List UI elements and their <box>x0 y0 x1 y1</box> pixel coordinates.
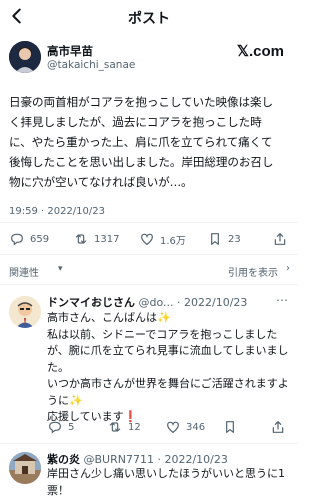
bookmark-icon <box>226 421 234 433</box>
chevron-down-icon[interactable]: ▾ <box>58 264 63 274</box>
post-text-line: く拝見しましたが、過去にコアラを抱っこした時 <box>9 115 262 129</box>
author-handle[interactable]: @takaichi_sanae <box>47 59 135 71</box>
reply-text-line: た。 <box>47 360 69 374</box>
post-text-line: 後悔したことを思い出しました。岸田総理のお召し <box>9 155 274 169</box>
reply-text-line: うに✨ <box>47 393 83 407</box>
reply-share-button[interactable] <box>270 419 291 435</box>
heart-icon <box>167 421 179 434</box>
divider <box>0 222 298 223</box>
bookmark-count[interactable]: 23 <box>207 231 241 247</box>
author-name[interactable]: 高市早苗 <box>47 43 93 59</box>
divider <box>0 443 298 444</box>
bookmark-icon <box>211 233 219 245</box>
repost-count[interactable]: 1317 <box>73 231 119 247</box>
post-text-line: 日豪の両首相がコアラを抱っこしていた映像は楽し <box>9 95 274 109</box>
reply-text-line: 私は以前、シドニーでコアラを抱っこしました <box>47 327 278 341</box>
post-text-line: 物に穴が空いてなければ良いが…。 <box>9 175 193 189</box>
reply-text: 岸田さん少し痛い思いしたほうがいいと思うに1 票！ <box>47 466 293 499</box>
reply-author-meta[interactable]: @do... · 2022/10/23 <box>139 296 248 309</box>
repost-icon <box>109 422 121 432</box>
view-quotes-link[interactable]: 引用を表示 <box>228 264 278 279</box>
reply-text-line: 高市さん、こんばんは✨ <box>47 311 171 324</box>
reply-reply-count[interactable]: 5 <box>47 419 74 435</box>
reply-header: 紫の炎 @BURN7711 · 2022/10/23 <box>47 451 228 467</box>
reply-bookmark-button[interactable] <box>222 419 243 435</box>
reply-like-count[interactable]: 346 <box>165 419 205 435</box>
reply-count-value: 659 <box>30 233 50 245</box>
reply-text-line: が、腕に爪を立てられ見事に流血してしまいまし <box>47 344 289 357</box>
share-icon <box>274 233 286 245</box>
divider <box>0 254 298 255</box>
like-count[interactable]: 1.6万 <box>139 231 186 247</box>
reply-header: ドンマイおじさん @do... · 2022/10/23 <box>47 294 247 310</box>
reply-avatar[interactable] <box>9 452 41 484</box>
share-icon <box>272 421 284 433</box>
reply-text-line: 票！ <box>47 483 69 497</box>
bookmark-count-value: 23 <box>228 233 241 245</box>
divider <box>0 284 298 285</box>
top-bar: ポスト <box>0 0 298 36</box>
reply-text-line: いつか高市さんが世界を舞台にご活躍されますよ <box>47 377 289 390</box>
reply-reply-count-value: 5 <box>68 421 75 433</box>
page-title: ポスト <box>128 11 170 27</box>
reply-like-count-value: 346 <box>186 421 206 433</box>
reply-text: 高市さん、こんばんは✨ 私は以前、シドニーでコアラを抱っこしました が、腕に爪を… <box>47 310 293 426</box>
reply-text-line: 岸田さん少し痛い思いしたほうがいいと思うに1 <box>47 467 285 480</box>
reply-avatar[interactable] <box>9 296 41 328</box>
author-avatar[interactable] <box>9 41 41 73</box>
like-count-value: 1.6万 <box>160 235 186 247</box>
post-timestamp[interactable]: 19:59 · 2022/10/23 <box>9 206 105 217</box>
reply-repost-count-value: 12 <box>128 421 141 433</box>
reply-author-name[interactable]: ドンマイおじさん <box>47 296 135 309</box>
share-button[interactable] <box>272 231 293 247</box>
reply-author-name[interactable]: 紫の炎 <box>47 453 80 466</box>
repost-count-value: 1317 <box>94 233 120 245</box>
x-logo: 𝕏.com <box>236 43 284 60</box>
post-text: 日豪の両首相がコアラを抱っこしていた映像は楽し く拝見しましたが、過去にコアラを… <box>9 92 291 192</box>
chevron-right-icon[interactable]: › <box>286 263 290 274</box>
reply-icon <box>49 421 61 434</box>
repost-icon <box>75 234 87 244</box>
reply-repost-count[interactable]: 12 <box>107 419 141 435</box>
sort-related-label[interactable]: 関連性 <box>9 264 39 279</box>
more-options-icon[interactable]: ⋯ <box>276 293 288 307</box>
reply-count[interactable]: 659 <box>9 231 49 247</box>
heart-icon <box>141 233 153 246</box>
reply-author-meta[interactable]: @BURN7711 · 2022/10/23 <box>84 453 228 466</box>
reply-icon <box>11 233 23 246</box>
post-text-line: に、やたら重かった上、肩に爪を立てられて痛くて <box>9 135 273 149</box>
